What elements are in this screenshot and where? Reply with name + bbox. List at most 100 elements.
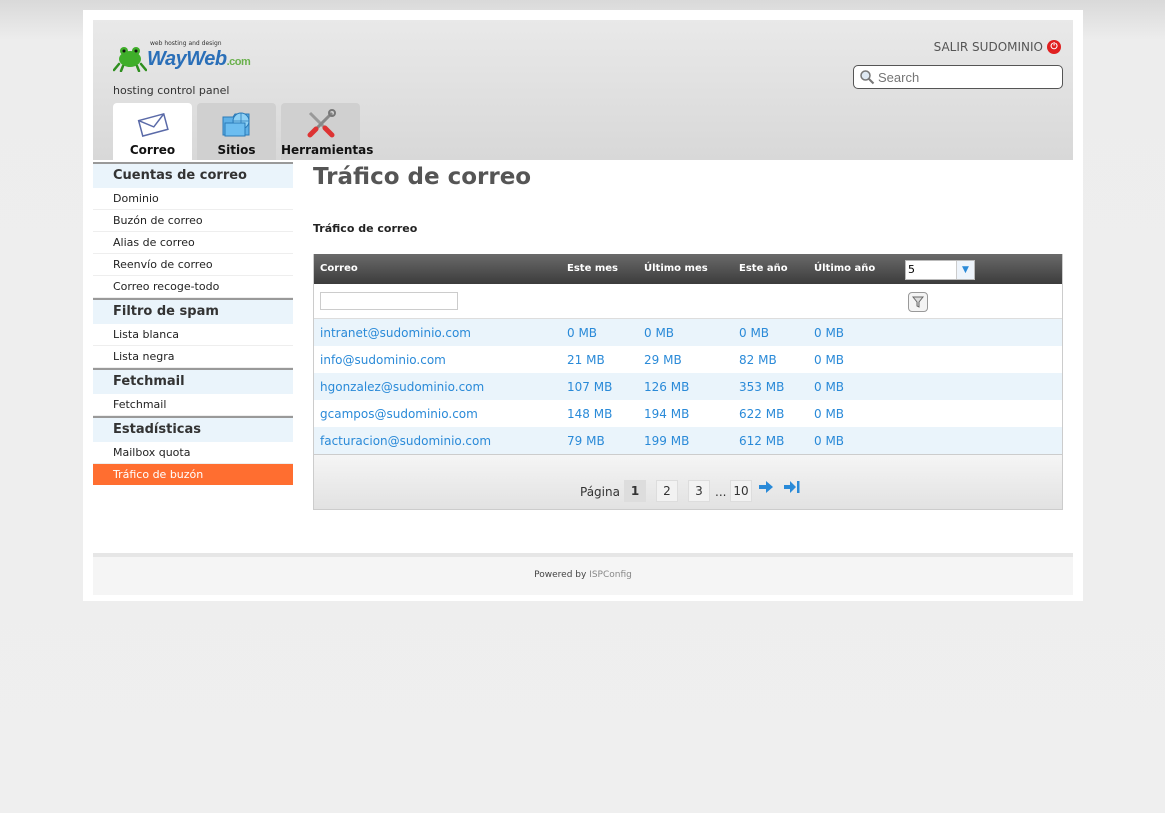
funnel-icon (912, 296, 924, 308)
sidebar-item-fetchmail[interactable]: Fetchmail (93, 394, 293, 416)
cell-email[interactable]: gcampos@sudominio.com (320, 407, 478, 421)
filter-row (314, 284, 1062, 319)
tab-sitios[interactable]: Sitios (197, 103, 276, 160)
cell-este-ano: 353 MB (739, 380, 785, 394)
panel-subtitle: hosting control panel (113, 84, 230, 97)
cell-este-mes: 21 MB (567, 353, 605, 367)
sidebar-item-mailbox-quota[interactable]: Mailbox quota (93, 442, 293, 464)
footer-powered-by: Powered by (534, 570, 587, 580)
cell-ultimo-ano: 0 MB (814, 326, 845, 340)
table-body: intranet@sudominio.com 0 MB 0 MB 0 MB 0 … (314, 319, 1062, 454)
tab-label: Sitios (217, 143, 256, 157)
sidebar-section-spam[interactable]: Filtro de spam (93, 298, 293, 324)
logout-label: SALIR SUDOMINIO (933, 40, 1043, 54)
search-icon (860, 70, 875, 85)
traffic-table: Correo Este mes Último mes Este año Últi… (313, 254, 1063, 510)
table-row: info@sudominio.com 21 MB 29 MB 82 MB 0 M… (314, 346, 1062, 373)
pagination-label: Página (580, 485, 620, 499)
cell-email[interactable]: facturacion@sudominio.com (320, 434, 491, 448)
table-row: intranet@sudominio.com 0 MB 0 MB 0 MB 0 … (314, 319, 1062, 346)
main-content: Tráfico de correo Tráfico de correo Corr… (313, 162, 1063, 510)
tools-icon (307, 109, 336, 138)
cell-email[interactable]: info@sudominio.com (320, 353, 446, 367)
column-header-ultimo-mes[interactable]: Último mes (644, 263, 708, 274)
frog-icon (113, 47, 147, 72)
tab-label: Herramientas (281, 143, 374, 157)
sidebar-section-fetchmail[interactable]: Fetchmail (93, 368, 293, 394)
last-page-icon[interactable] (784, 479, 800, 495)
folder-globe-icon (222, 112, 249, 137)
footer: Powered by ISPConfig (93, 553, 1073, 595)
header: web hosting and design WayWeb.com hostin… (93, 20, 1073, 160)
cell-este-mes: 148 MB (567, 407, 613, 421)
cell-ultimo-mes: 126 MB (644, 380, 690, 394)
cell-este-ano: 622 MB (739, 407, 785, 421)
column-header-este-mes[interactable]: Este mes (567, 263, 618, 274)
sidebar-item-lista-blanca[interactable]: Lista blanca (93, 324, 293, 346)
logout-link[interactable]: SALIR SUDOMINIO ⏻ (934, 40, 1061, 54)
table-row: gcampos@sudominio.com 148 MB 194 MB 622 … (314, 400, 1062, 427)
main-tabs: Correo Sitios Herramientas (113, 103, 374, 160)
cell-este-mes: 0 MB (567, 326, 598, 340)
table-row: hgonzalez@sudominio.com 107 MB 126 MB 35… (314, 373, 1062, 400)
sidebar-item-buzon[interactable]: Buzón de correo (93, 210, 293, 232)
logo-brand: WayWeb.com (147, 48, 251, 71)
cell-ultimo-mes: 0 MB (644, 326, 675, 340)
cell-este-ano: 612 MB (739, 434, 785, 448)
search-input[interactable] (878, 69, 1048, 85)
section-title: Tráfico de correo (313, 222, 418, 235)
sidebar-item-lista-negra[interactable]: Lista negra (93, 346, 293, 368)
sidebar-item-recoge-todo[interactable]: Correo recoge-todo (93, 276, 293, 298)
table-row: facturacion@sudominio.com 79 MB 199 MB 6… (314, 427, 1062, 454)
page-link-3[interactable]: 3 (688, 480, 710, 502)
page: web hosting and design WayWeb.com hostin… (83, 10, 1083, 601)
logo-brand-text: WayWeb (147, 48, 227, 70)
page-link-10[interactable]: 10 (730, 480, 752, 502)
cell-este-ano: 0 MB (739, 326, 770, 340)
cell-email[interactable]: intranet@sudominio.com (320, 326, 471, 340)
page-title: Tráfico de correo (313, 164, 532, 190)
envelope-icon (137, 112, 169, 137)
filter-button[interactable] (908, 292, 928, 312)
cell-ultimo-ano: 0 MB (814, 407, 845, 421)
column-header-ultimo-ano[interactable]: Último año (814, 263, 875, 274)
tab-correo[interactable]: Correo (113, 103, 192, 160)
logo-tld: .com (226, 56, 251, 68)
page-link-2[interactable]: 2 (656, 480, 678, 502)
email-filter-input[interactable] (320, 292, 458, 310)
ispconfig-link[interactable]: ISPConfig (589, 570, 632, 580)
cell-ultimo-mes: 199 MB (644, 434, 690, 448)
power-icon[interactable]: ⏻ (1047, 40, 1061, 54)
sidebar-item-trafico-buzon[interactable]: Tráfico de buzón (93, 464, 293, 485)
cell-este-mes: 107 MB (567, 380, 613, 394)
cell-ultimo-ano: 0 MB (814, 434, 845, 448)
page-size-select[interactable]: 5 ▼ (905, 260, 975, 280)
pagination: Página 1 2 3 ... 10 (314, 454, 1062, 509)
sidebar: Cuentas de correo Dominio Buzón de corre… (93, 162, 293, 485)
sidebar-item-alias[interactable]: Alias de correo (93, 232, 293, 254)
sidebar-section-estadisticas[interactable]: Estadísticas (93, 416, 293, 442)
sidebar-section-cuentas[interactable]: Cuentas de correo (93, 162, 293, 188)
sidebar-item-dominio[interactable]: Dominio (93, 188, 293, 210)
cell-ultimo-mes: 194 MB (644, 407, 690, 421)
next-page-icon[interactable] (758, 479, 774, 495)
cell-este-mes: 79 MB (567, 434, 605, 448)
tab-herramientas[interactable]: Herramientas (281, 103, 374, 160)
logo-tagline: web hosting and design (150, 40, 222, 47)
cell-email[interactable]: hgonzalez@sudominio.com (320, 380, 484, 394)
footer-text: Powered by ISPConfig (534, 570, 632, 580)
pagination-ellipsis: ... (715, 485, 727, 499)
cell-ultimo-ano: 0 MB (814, 380, 845, 394)
chevron-down-icon[interactable]: ▼ (956, 261, 974, 279)
wayweb-logo[interactable]: web hosting and design WayWeb.com (113, 40, 273, 80)
cell-ultimo-mes: 29 MB (644, 353, 682, 367)
cell-este-ano: 82 MB (739, 353, 777, 367)
cell-ultimo-ano: 0 MB (814, 353, 845, 367)
column-header-correo[interactable]: Correo (320, 263, 358, 274)
page-size-value: 5 (908, 263, 915, 276)
table-header: Correo Este mes Último mes Este año Últi… (314, 254, 1062, 284)
column-header-este-ano[interactable]: Este año (739, 263, 788, 274)
search-box (853, 65, 1063, 89)
sidebar-item-reenvio[interactable]: Reenvío de correo (93, 254, 293, 276)
page-link-1[interactable]: 1 (624, 480, 646, 502)
